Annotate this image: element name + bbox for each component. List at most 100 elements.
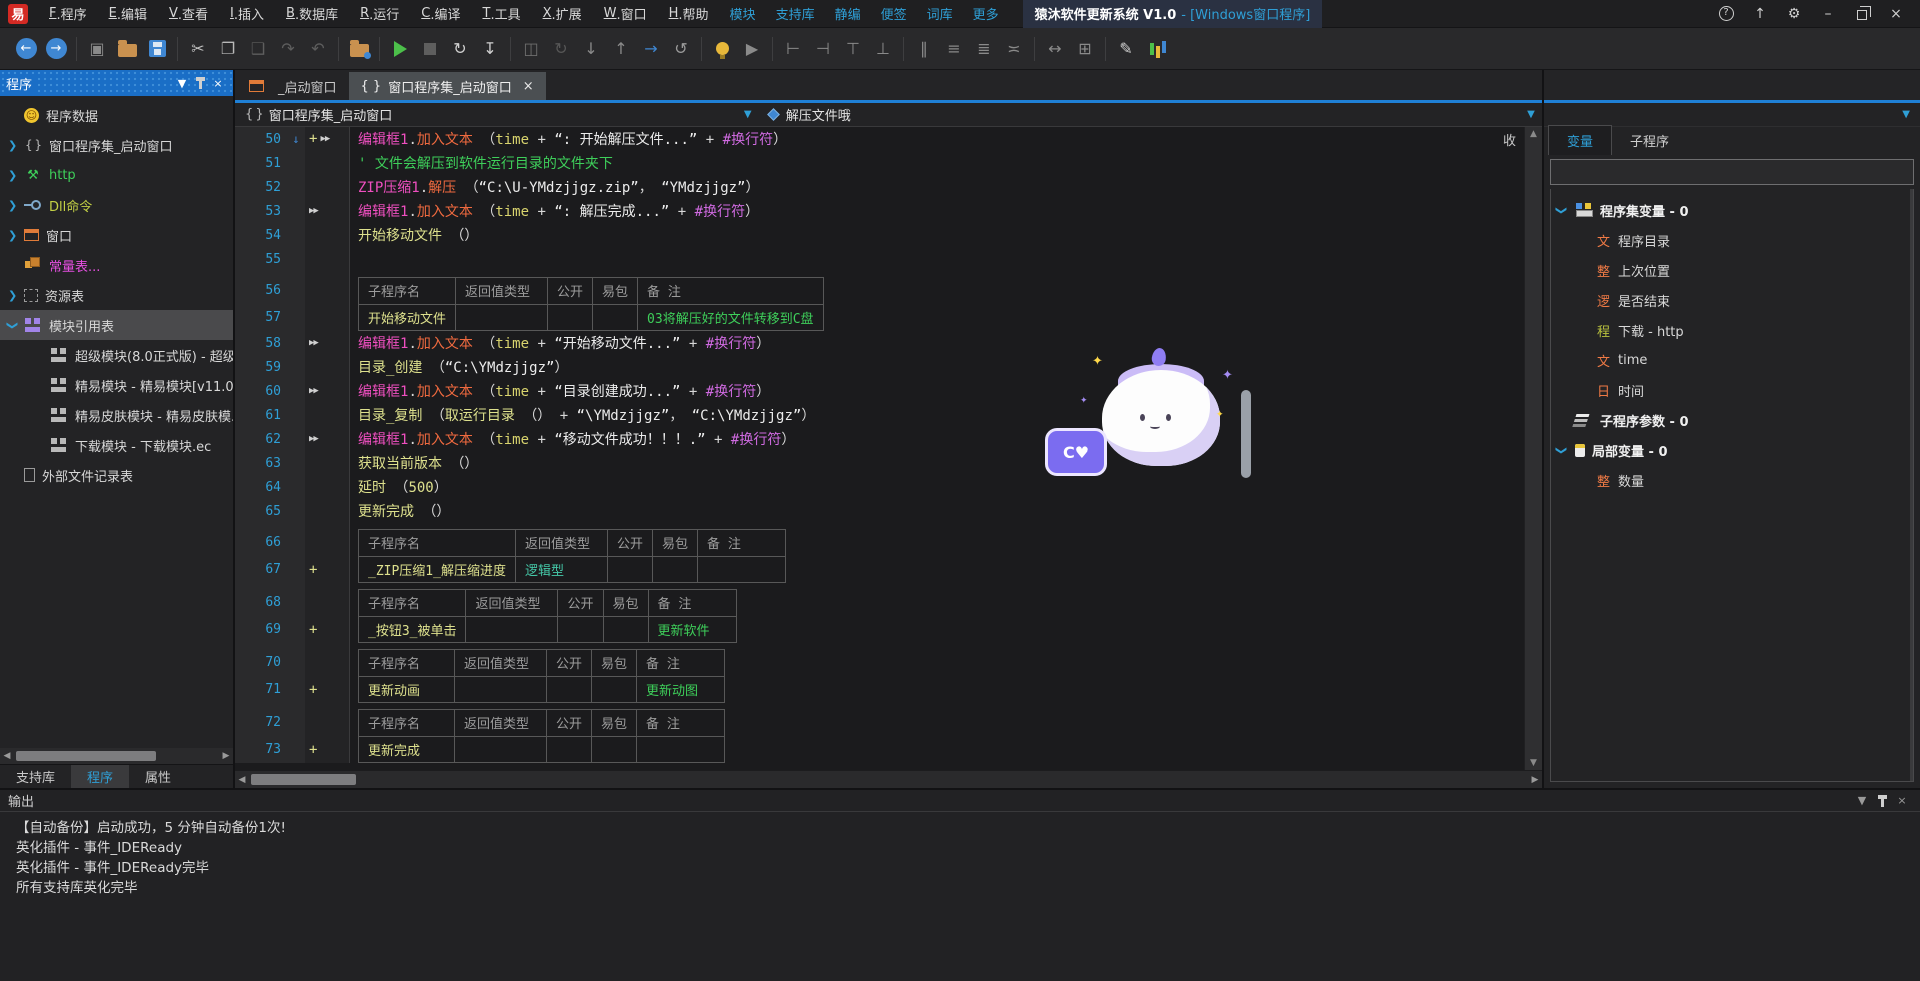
close-panel-icon[interactable]: ×	[209, 74, 227, 92]
fold-plus-icon[interactable]: +	[309, 742, 317, 758]
collapse-button[interactable]: 收	[1503, 130, 1516, 149]
quick-menu-item[interactable]: 模块	[720, 0, 766, 28]
left-horizontal-scrollbar[interactable]: ◀ ▶	[0, 748, 233, 764]
editor-tab-_启动窗口[interactable]: _启动窗口	[237, 72, 349, 100]
same-width-icon[interactable]: ↔	[1042, 36, 1068, 62]
fold-plus-icon[interactable]: +	[309, 131, 317, 147]
scrollbar-thumb[interactable]	[16, 751, 156, 761]
tree-item-Dll命令[interactable]: ❯Dll命令	[0, 190, 233, 220]
center-v-icon[interactable]: ≍	[1001, 36, 1027, 62]
chevron-down-icon[interactable]: ❯	[1557, 204, 1575, 217]
help-icon[interactable]: ?	[1712, 3, 1740, 25]
scroll-up-icon[interactable]: ▲	[1530, 129, 1537, 139]
breadcrumb-sub-name[interactable]: 解压文件哦	[786, 105, 1520, 124]
redo-icon[interactable]: ↷	[275, 36, 301, 62]
stop-icon[interactable]	[417, 36, 443, 62]
chevron-right-icon[interactable]: ❯	[8, 229, 24, 242]
statistics-icon[interactable]	[1143, 36, 1169, 62]
editor-vertical-scrollbar[interactable]: ▲ ▼	[1524, 127, 1542, 770]
tree-item-窗口[interactable]: ❯窗口	[0, 220, 233, 250]
tree-item-程序数据[interactable]: ☺程序数据	[0, 100, 233, 130]
chevron-down-icon[interactable]: ▼	[1520, 109, 1542, 120]
restore-icon[interactable]	[1848, 3, 1876, 25]
chevron-right-icon[interactable]: ❯	[8, 139, 24, 152]
code-area[interactable]: 50↓+▶▶编辑框1.加入文本 （time + “: 开始解压文件...” + …	[235, 127, 1524, 770]
distribute-v-icon[interactable]: ≣	[971, 36, 997, 62]
chevron-down-icon[interactable]: ▼	[1902, 109, 1910, 120]
tree-item-窗口程序集_启动窗口[interactable]: ❯{ }窗口程序集_启动窗口	[0, 130, 233, 160]
fold-plus-icon[interactable]: +	[309, 562, 317, 578]
code-line-51[interactable]: 51' 文件会解压到软件运行目录的文件夹下	[235, 151, 1524, 175]
panel-dropdown-icon[interactable]: ▼	[173, 74, 191, 92]
scroll-left-icon[interactable]: ◀	[0, 751, 14, 761]
menu-item-X[interactable]: X.扩展	[532, 0, 593, 28]
editor-tab-窗口程序集_启动窗口[interactable]: { }窗口程序集_启动窗口×	[349, 72, 546, 100]
fold-plus-icon[interactable]: +	[309, 622, 317, 638]
editor-scrollbar-thumb[interactable]	[1241, 390, 1251, 478]
close-tab-icon[interactable]: ×	[523, 79, 534, 94]
scrollbar-thumb[interactable]	[251, 774, 356, 785]
tree-item-精易皮肤模块 - 精易皮肤模...[interactable]: 精易皮肤模块 - 精易皮肤模...	[0, 400, 233, 430]
scroll-right-icon[interactable]: ▶	[219, 751, 233, 761]
align-left-icon[interactable]: ⊢	[780, 36, 806, 62]
code-line-59[interactable]: 59目录_创建 （“C:\YMdzjjgz”）	[235, 355, 1524, 379]
variable-item-程序集变量 - 0[interactable]: ❯程序集变量 - 0	[1551, 195, 1913, 225]
right-scrollbar[interactable]	[1910, 189, 1913, 781]
variable-item-局部变量 - 0[interactable]: ❯局部变量 - 0	[1551, 435, 1913, 465]
edit-icon[interactable]: ✎	[1113, 36, 1139, 62]
goto-icon[interactable]: →	[638, 36, 664, 62]
close-output-icon[interactable]: ×	[1892, 792, 1912, 810]
undo-icon[interactable]: ↶	[305, 36, 331, 62]
variable-item-时间[interactable]: 日时间	[1551, 375, 1913, 405]
cut-icon[interactable]: ✂	[185, 36, 211, 62]
chevron-down-icon[interactable]: ▼	[737, 109, 759, 120]
menu-item-W[interactable]: W.窗口	[593, 0, 658, 28]
editor-horizontal-scrollbar[interactable]: ◀ ▶	[235, 770, 1542, 788]
variable-item-子程序参数 - 0[interactable]: 子程序参数 - 0	[1551, 405, 1913, 435]
variable-item-time[interactable]: 文time	[1551, 345, 1913, 375]
code-line-60[interactable]: 60▶▶编辑框1.加入文本 （time + “目录创建成功...” + #换行符…	[235, 379, 1524, 403]
code-line-50[interactable]: 50↓+▶▶编辑框1.加入文本 （time + “: 开始解压文件...” + …	[235, 127, 1524, 151]
code-line-58[interactable]: 58▶▶编辑框1.加入文本 （time + “开始移动文件...” + #换行符…	[235, 331, 1524, 355]
forward-icon[interactable]: →	[43, 36, 69, 62]
code-line-53[interactable]: 53▶▶编辑框1.加入文本 （time + “: 解压完成...” + #换行符…	[235, 199, 1524, 223]
menu-item-H[interactable]: H.帮助	[658, 0, 720, 28]
fold-plus-icon[interactable]: +	[309, 682, 317, 698]
code-line-64[interactable]: 64延时 （500）	[235, 475, 1524, 499]
paste-icon[interactable]: ❑	[245, 36, 271, 62]
tree-item-外部文件记录表[interactable]: 外部文件记录表	[0, 460, 233, 490]
menu-item-E[interactable]: E.编辑	[98, 0, 158, 28]
tab-子程序[interactable]: 子程序	[1612, 126, 1687, 155]
variable-item-下载 - http[interactable]: 程下载 - http	[1551, 315, 1913, 345]
pin-icon[interactable]	[191, 74, 209, 92]
chevron-right-icon[interactable]: ❯	[8, 199, 24, 212]
code-line-62[interactable]: 62▶▶编辑框1.加入文本 （time + “移动文件成功！！！.” + #换行…	[235, 427, 1524, 451]
variable-filter-input[interactable]	[1550, 159, 1914, 185]
code-line-55[interactable]: 55	[235, 247, 1524, 271]
tree-item-常量表...[interactable]: 常量表...	[0, 250, 233, 280]
run-icon[interactable]	[387, 36, 413, 62]
scroll-right-icon[interactable]: ▶	[1528, 775, 1542, 785]
code-line-63[interactable]: 63获取当前版本 （）	[235, 451, 1524, 475]
code-line-54[interactable]: 54开始移动文件 （）	[235, 223, 1524, 247]
tab-支持库[interactable]: 支持库	[0, 765, 71, 789]
quick-menu-item[interactable]: 静编	[825, 0, 871, 28]
snippet-icon[interactable]: ▶	[739, 36, 765, 62]
chevron-down-icon[interactable]: ❯	[1557, 444, 1575, 457]
scroll-down-icon[interactable]: ▼	[1530, 758, 1537, 768]
settings-icon[interactable]: ⚙	[1780, 3, 1808, 25]
upgrade-icon[interactable]: ↑	[1746, 3, 1774, 25]
tree-item-下载模块 - 下载模块.ec[interactable]: 下载模块 - 下载模块.ec	[0, 430, 233, 460]
step-into-icon[interactable]: ↓	[578, 36, 604, 62]
copy-icon[interactable]: ❐	[215, 36, 241, 62]
tab-变量[interactable]: 变量	[1548, 125, 1612, 155]
link-icon[interactable]: ↺	[668, 36, 694, 62]
code-line-61[interactable]: 61目录_复制 （取运行目录 （） + “\YMdzjjgz”， “C:\YMd…	[235, 403, 1524, 427]
breadcrumb-class-name[interactable]: 窗口程序集_启动窗口	[269, 105, 737, 124]
chevron-down-icon[interactable]: ❯	[8, 319, 24, 332]
minimize-icon[interactable]: –	[1814, 3, 1842, 25]
menu-item-I[interactable]: I.插入	[219, 0, 275, 28]
menu-item-F[interactable]: F.程序	[38, 0, 98, 28]
code-line-52[interactable]: 52ZIP压缩1.解压 （“C:\U-YMdzjjgz.zip”， “YMdzj…	[235, 175, 1524, 199]
tree-item-精易模块 - 精易模块[v11.0...[interactable]: 精易模块 - 精易模块[v11.0...	[0, 370, 233, 400]
